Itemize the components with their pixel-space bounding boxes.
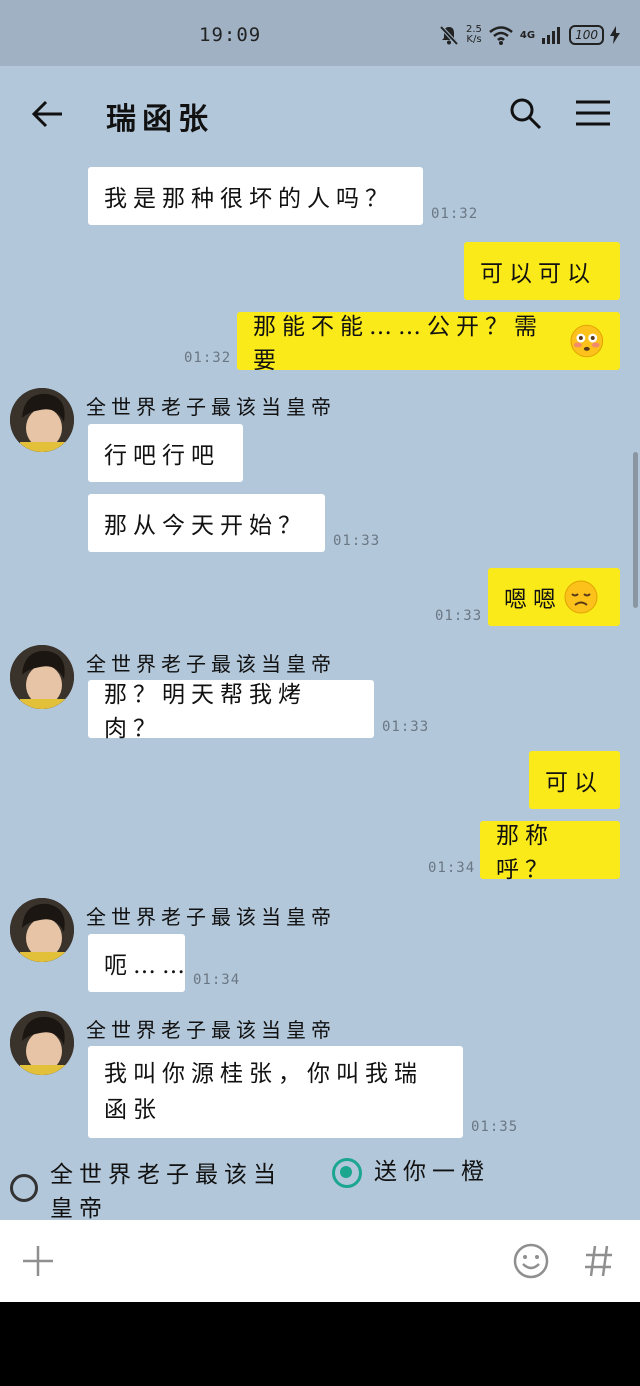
search-icon[interactable] [508,96,544,132]
message-bubble-incoming[interactable]: 行吧行吧 [88,424,243,482]
status-icons: 2.5 K/s 4G 100 [438,20,620,50]
sender-name: 全世界老子最该当皇帝 [86,652,336,676]
message-time: 01:35 [471,1119,519,1135]
status-time: 19:09 [199,24,262,46]
poll-option[interactable]: 全世界老子最该当 皇帝 [10,1158,282,1226]
sender-name: 全世界老子最该当皇帝 [86,395,336,419]
network-type: 4G [519,29,536,41]
message-bubble-incoming[interactable]: 那？明天帮我烤肉？ [88,680,374,742]
message-bubble-incoming[interactable]: 呃…… [88,934,185,992]
hashtag-icon[interactable] [584,1244,614,1278]
message-time: 01:34 [193,972,241,988]
poll-option[interactable]: 送你一橙 [332,1155,490,1189]
signal-icon [542,27,561,44]
message-time: 01:32 [431,206,479,222]
avatar[interactable] [10,388,74,452]
back-arrow-icon[interactable] [30,98,66,130]
status-bar: 19:09 2.5 K/s 4G 100 [0,0,640,66]
radio-unchecked-icon[interactable] [10,1174,38,1202]
plus-icon[interactable] [21,1244,55,1278]
sender-name: 全世界老子最该当皇帝 [86,905,336,929]
chat-title: 瑞函张 [106,102,214,137]
message-bubble-outgoing[interactable]: 那称呼？ [480,821,620,883]
emoji-icon[interactable] [512,1242,550,1280]
flushed-face-icon [570,324,604,358]
message-bubble-outgoing[interactable]: 嗯嗯 [488,568,620,626]
poll-option-label: 全世界老子最该当 皇帝 [50,1162,282,1222]
input-bar [0,1220,640,1302]
net-speed: 2.5 K/s [466,24,482,45]
message-time: 01:32 [184,350,232,366]
chat-header: 瑞函张 [0,66,640,162]
battery-indicator: 100 [569,25,604,45]
message-bubble-incoming[interactable]: 那从今天开始？ [88,494,325,552]
message-bubble-outgoing[interactable]: 可以 [529,751,620,809]
avatar[interactable] [10,1011,74,1075]
sender-name: 全世界老子最该当皇帝 [86,1018,336,1042]
message-bubble-outgoing[interactable]: 那能不能……公开？需要 [237,312,620,374]
radio-checked-icon[interactable] [332,1158,362,1188]
scrollbar-thumb[interactable] [633,452,638,608]
disappointed-face-icon [564,580,598,614]
poll-option-label: 送你一橙 [374,1159,490,1185]
message-time: 01:34 [428,860,476,876]
message-bubble-incoming[interactable]: 我是那种很坏的人吗？ [88,167,423,225]
charging-icon [610,26,620,44]
avatar[interactable] [10,898,74,962]
wifi-icon [489,26,513,45]
menu-icon[interactable] [574,98,612,128]
message-time: 01:33 [382,719,430,735]
mute-bell-icon [439,25,459,46]
navigation-area [0,1302,640,1386]
message-time: 01:33 [435,608,483,624]
message-bubble-incoming[interactable]: 我叫你源桂张，你叫我瑞 函张 [88,1046,463,1138]
message-bubble-outgoing[interactable]: 可以可以 [464,242,620,300]
message-time: 01:33 [333,533,381,549]
avatar[interactable] [10,645,74,709]
